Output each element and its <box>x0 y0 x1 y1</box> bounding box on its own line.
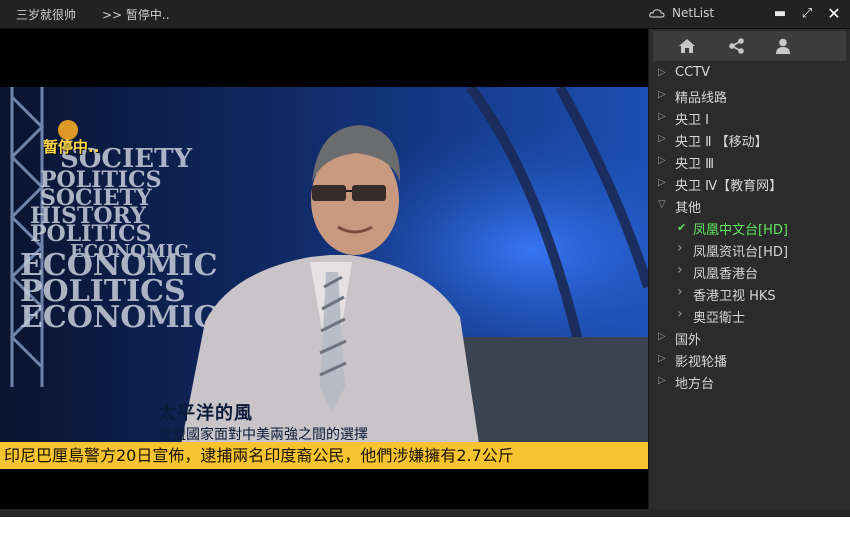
collapse-arrow-icon: ▷ <box>658 67 666 78</box>
collapse-arrow-icon: ▷ <box>658 331 666 342</box>
expand-arrow-icon: ▽ <box>658 199 666 210</box>
channel-item-label: 香港卫视 HKS <box>693 289 776 304</box>
channel-item-label: 奥亞衛士 <box>693 311 746 326</box>
cloud-icon <box>649 9 665 18</box>
channel-item[interactable]: ▷ 央卫 Ⅳ【教育网】 <box>658 175 847 195</box>
close-button[interactable]: ✕ <box>825 5 843 23</box>
app-title: 三岁就很帅 <box>16 8 77 22</box>
collapse-arrow-icon: › <box>677 240 683 256</box>
channel-item[interactable]: ▷ 央卫 Ⅱ 【移动】 <box>658 131 847 151</box>
minimize-button[interactable]: ▬ <box>771 5 789 23</box>
channel-item-label: 央卫 Ⅳ【教育网】 <box>675 179 783 194</box>
channel-item-label: 凤凰资讯台[HD] <box>693 245 788 260</box>
channel-item[interactable]: ▷ 国外 <box>658 329 847 349</box>
checkmark-icon: ✔ <box>677 221 687 234</box>
home-icon[interactable] <box>677 38 697 54</box>
channel-item[interactable]: › 奥亞衛士 <box>677 306 847 327</box>
collapse-arrow-icon: ▷ <box>658 177 666 188</box>
player-window: 三岁就很帅 >> 暂停中.. NetList ▬ ⤢ ✕ SOCIETY POL… <box>0 0 850 517</box>
maximize-button[interactable]: ⤢ <box>798 5 816 23</box>
channel-item-label: 央卫 Ⅰ <box>675 113 709 128</box>
share-icon[interactable] <box>727 38 747 54</box>
channel-item[interactable]: ▽ 其他 <box>658 197 847 217</box>
channel-item-label: 央卫 Ⅱ 【移动】 <box>675 135 768 150</box>
collapse-arrow-icon: › <box>677 306 683 322</box>
window-bottom-edge <box>0 509 850 517</box>
collapse-arrow-icon: ▷ <box>658 155 666 166</box>
channel-item[interactable]: ▷ 影视轮播 <box>658 351 847 371</box>
user-icon[interactable] <box>773 38 793 54</box>
collapse-arrow-icon: ▷ <box>658 89 666 100</box>
channel-item[interactable]: ✔ 凤凰中文台[HD] <box>677 219 847 239</box>
channel-item[interactable]: ▷ 精品线路 <box>658 87 847 107</box>
collapse-arrow-icon: ▷ <box>658 375 666 386</box>
collapse-arrow-icon: ▷ <box>658 111 666 122</box>
collapse-arrow-icon: › <box>677 284 683 300</box>
channel-item[interactable]: ▷ 央卫 Ⅲ <box>658 153 847 173</box>
channel-item-label: 其他 <box>675 201 702 216</box>
channel-item-label: 凤凰中文台[HD] <box>693 223 788 238</box>
news-ticker: 印尼巴厘島警方20日宣佈，逮捕兩名印度裔公民，他們涉嫌擁有2.7公斤 <box>0 442 648 469</box>
backdrop-word: ECONOMIC <box>20 300 218 335</box>
collapse-arrow-icon: ▷ <box>658 353 666 364</box>
video-area[interactable]: SOCIETY POLITICS SOCIETY HISTORY POLITIC… <box>0 29 648 509</box>
channel-item[interactable]: › 香港卫视 HKS <box>677 284 847 305</box>
news-ticker-text: 印尼巴厘島警方20日宣佈，逮捕兩名印度裔公民，他們涉嫌擁有2.7公斤 <box>4 446 514 465</box>
channel-item[interactable]: ▷ 央卫 Ⅰ <box>658 109 847 129</box>
collapse-arrow-icon: › <box>677 262 683 278</box>
channel-item[interactable]: › 凤凰香港台 <box>677 262 847 283</box>
pause-overlay: 暂停中.. <box>43 138 100 156</box>
title-bar[interactable]: 三岁就很帅 >> 暂停中.. NetList ▬ ⤢ ✕ <box>0 0 850 29</box>
channel-item-label: 央卫 Ⅲ <box>675 157 715 172</box>
channel-item-label: CCTV <box>675 65 710 80</box>
channel-item[interactable]: ▷ 地方台 <box>658 373 847 393</box>
panel-tab-bar <box>653 31 846 61</box>
channel-item[interactable]: › 凤凰资讯台[HD] <box>677 240 847 261</box>
collapse-arrow-icon: ▷ <box>658 133 666 144</box>
netlist-title: NetList <box>672 6 715 20</box>
channel-item-label: 影视轮播 <box>675 355 728 370</box>
channel-item-label: 国外 <box>675 333 702 348</box>
channel-item-label: 精品线路 <box>675 91 728 106</box>
program-subtitle: 東盟國家面對中美兩強之間的選擇 <box>158 427 368 443</box>
program-title: 太平洋的風 <box>158 403 253 424</box>
channel-item-label: 凤凰香港台 <box>693 267 759 282</box>
channel-item[interactable]: ▷ CCTV <box>658 65 847 85</box>
channel-item-label: 地方台 <box>675 377 715 392</box>
netlist-panel: ▷ CCTV ▷ 精品线路 ▷ 央卫 Ⅰ ▷ 央卫 Ⅱ 【移动】 ▷ 央卫 Ⅲ ▷ 央卫 Ⅳ【教育网】… <box>649 29 850 509</box>
playback-status: >> 暂停中.. <box>102 8 170 22</box>
